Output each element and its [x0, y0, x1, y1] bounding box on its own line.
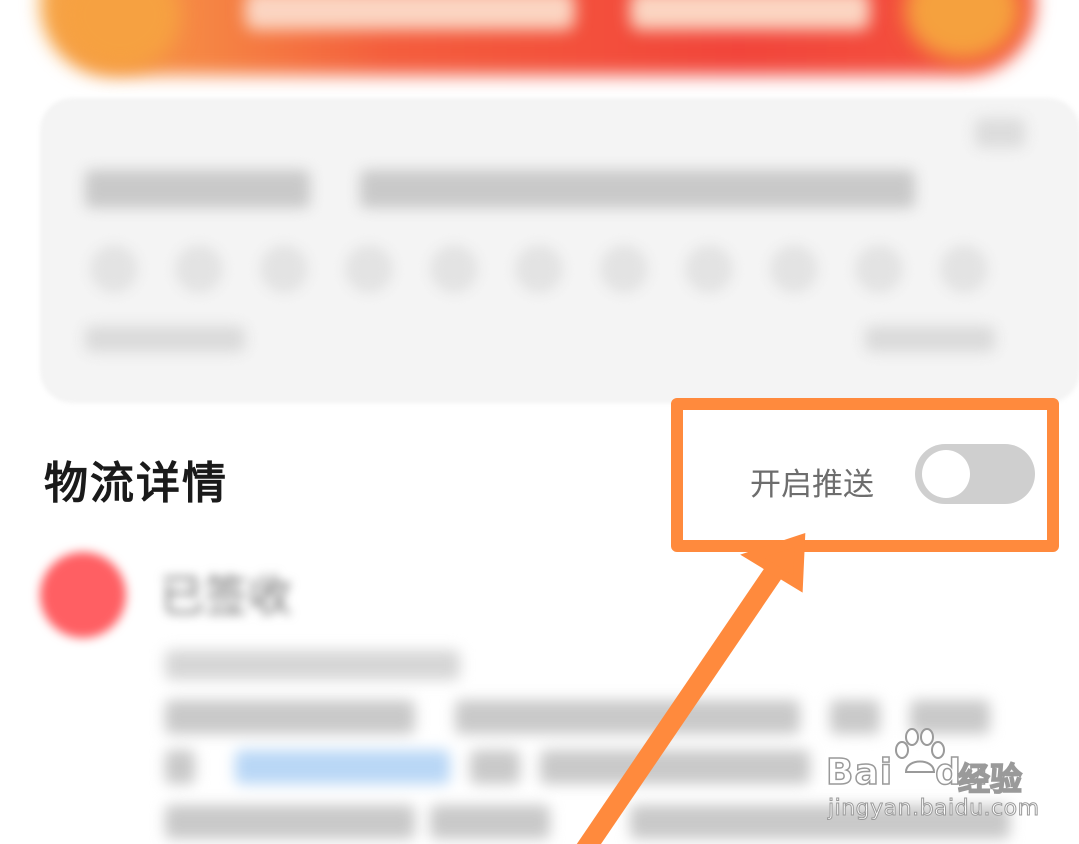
baidu-jingyan-watermark: Bai du 经验 jingyan.baidu.com	[825, 728, 1040, 828]
baidu-paw-icon	[895, 728, 945, 773]
annotation-arrow-icon	[576, 532, 806, 844]
watermark-product: 经验	[957, 759, 1023, 799]
watermark-url: jingyan.baidu.com	[828, 796, 1040, 822]
logistics-page: 物流详情 开启推送 已签收 Bai du 经验 jingyan.baidu.co…	[0, 0, 1079, 844]
